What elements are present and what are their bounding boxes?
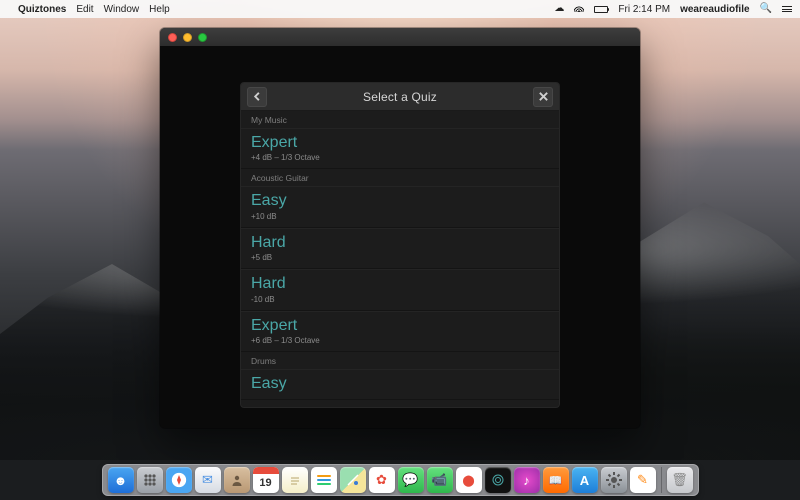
dock-app-maps[interactable] [340, 467, 366, 493]
quiztones-icon [490, 472, 506, 488]
maps-icon [346, 473, 360, 487]
dock-app-quiztones[interactable] [485, 467, 511, 493]
facetime-icon: 📹 [431, 472, 447, 488]
panel-title: Select a Quiz [267, 90, 533, 104]
menubar-item-help[interactable]: Help [149, 4, 170, 15]
quiz-detail: -10 dB [251, 295, 549, 304]
quiz-level: Hard [251, 275, 549, 293]
quiz-item[interactable]: Hard -10 dB [241, 269, 559, 310]
dock-app-settings[interactable] [601, 467, 627, 493]
recorder-icon: ⬤ [462, 474, 474, 487]
dock-app-notes[interactable] [282, 467, 308, 493]
wifi-icon[interactable] [574, 4, 584, 15]
quiz-level: Hard [251, 234, 549, 252]
dock-app-mail[interactable]: ✉ [195, 467, 221, 493]
dock: ☻ ✉ 19 ✿ 💬 📹 ⬤ ♪ 📖 A ✎ � [102, 464, 699, 496]
pages-icon: ✎ [637, 472, 648, 488]
dock-app-messages[interactable]: 💬 [398, 467, 424, 493]
quiz-item[interactable]: Easy [241, 369, 559, 400]
dock-app-finder[interactable]: ☻ [108, 467, 134, 493]
quiz-select-panel: Select a Quiz My Music Expert +4 dB – 1/… [240, 82, 560, 408]
launchpad-icon [142, 472, 158, 488]
app-window: Select a Quiz My Music Expert +4 dB – 1/… [160, 28, 640, 428]
quiz-detail: +4 dB – 1/3 Octave [251, 153, 549, 162]
back-arrow-icon [252, 91, 263, 102]
dock-app-appstore[interactable]: A [572, 467, 598, 493]
back-button[interactable] [247, 87, 267, 107]
quiz-list[interactable]: My Music Expert +4 dB – 1/3 Octave Acous… [241, 111, 559, 407]
menubar-item-window[interactable]: Window [104, 4, 140, 15]
dock-app-ibooks[interactable]: 📖 [543, 467, 569, 493]
spotlight-search-icon[interactable]: 🔍 [760, 4, 772, 14]
dock-trash[interactable]: 🗑 [667, 467, 693, 493]
mail-icon: ✉ [202, 472, 213, 488]
dock-app-launchpad[interactable] [137, 467, 163, 493]
dock-container: ☻ ✉ 19 ✿ 💬 📹 ⬤ ♪ 📖 A ✎ � [0, 464, 800, 496]
dock-app-contacts[interactable] [224, 467, 250, 493]
notes-icon [288, 473, 302, 487]
quiz-item[interactable]: Hard +5 dB [241, 228, 559, 269]
quiz-level: Easy [251, 192, 549, 210]
notification-center-icon[interactable] [782, 6, 792, 11]
appstore-icon: A [580, 473, 589, 488]
dock-app-recorder[interactable]: ⬤ [456, 467, 482, 493]
calendar-day-label: 19 [259, 477, 271, 489]
contacts-icon [230, 473, 244, 487]
dock-app-photos[interactable]: ✿ [369, 467, 395, 493]
macos-menubar: Quiztones Edit Window Help ☁ Fri 2:14 PM… [0, 0, 800, 18]
ibooks-icon: 📖 [549, 474, 563, 487]
dock-app-itunes[interactable]: ♪ [514, 467, 540, 493]
quiz-item[interactable]: Expert +4 dB – 1/3 Octave [241, 128, 559, 169]
section-header-my-music: My Music [241, 111, 559, 128]
window-titlebar[interactable] [160, 28, 640, 46]
dock-app-safari[interactable] [166, 467, 192, 493]
quiz-detail: +10 dB [251, 212, 549, 221]
app-body: Select a Quiz My Music Expert +4 dB – 1/… [160, 46, 640, 428]
trash-icon: 🗑 [671, 472, 688, 488]
close-x-icon [538, 91, 549, 102]
battery-icon[interactable] [594, 6, 608, 13]
menubar-user[interactable]: weareaudiofile [680, 4, 749, 15]
quiz-detail: +6 dB – 1/3 Octave [251, 336, 549, 345]
section-header-drums: Drums [241, 352, 559, 369]
quiz-level: Easy [251, 375, 549, 393]
gear-icon [605, 471, 623, 489]
dock-app-facetime[interactable]: 📹 [427, 467, 453, 493]
section-header-acoustic-guitar: Acoustic Guitar [241, 169, 559, 186]
dock-app-calendar[interactable]: 19 [253, 467, 279, 493]
safari-icon [171, 472, 187, 488]
quiz-item[interactable]: Expert +6 dB – 1/3 Octave [241, 311, 559, 352]
itunes-icon: ♪ [523, 473, 530, 488]
dock-separator [661, 467, 662, 493]
cloud-icon[interactable]: ☁ [554, 4, 564, 14]
finder-icon: ☻ [114, 473, 128, 488]
menubar-clock[interactable]: Fri 2:14 PM [618, 4, 670, 15]
dock-app-pages[interactable]: ✎ [630, 467, 656, 493]
quiz-item[interactable]: Easy +10 dB [241, 186, 559, 227]
window-zoom-button[interactable] [198, 33, 207, 42]
photos-icon: ✿ [376, 472, 387, 488]
messages-icon: 💬 [402, 472, 418, 488]
panel-header: Select a Quiz [241, 83, 559, 111]
menubar-app-name[interactable]: Quiztones [18, 4, 66, 15]
window-close-button[interactable] [168, 33, 177, 42]
dock-app-reminders[interactable] [311, 467, 337, 493]
reminders-icon [317, 475, 331, 485]
close-panel-button[interactable] [533, 87, 553, 107]
menubar-item-edit[interactable]: Edit [76, 4, 93, 15]
window-minimize-button[interactable] [183, 33, 192, 42]
quiz-detail: +5 dB [251, 253, 549, 262]
quiz-level: Expert [251, 317, 549, 335]
quiz-level: Expert [251, 134, 549, 152]
